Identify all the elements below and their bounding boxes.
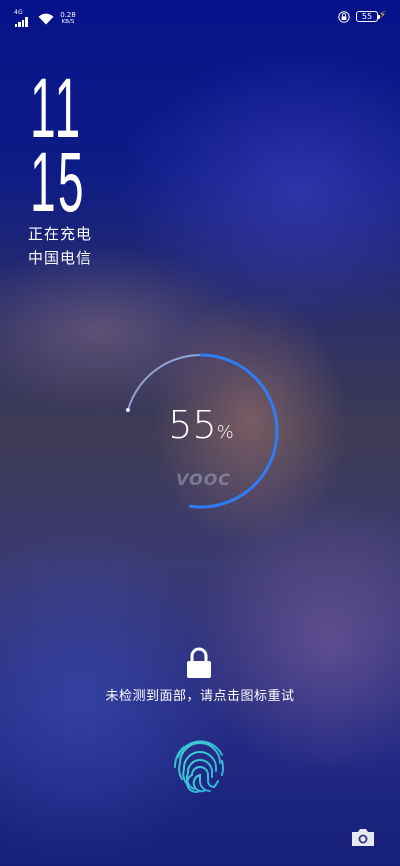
lockscreen-info: 正在充电 中国电信	[28, 222, 92, 270]
charging-percent-value: 55	[168, 403, 217, 447]
network-speed-unit: KB/S	[61, 19, 75, 25]
charging-bolt-icon: ⚡	[378, 10, 386, 21]
wifi-icon	[38, 13, 54, 25]
clock-minute: 15	[30, 135, 86, 229]
rotation-lock-icon	[338, 11, 350, 23]
network-type-label: 4G	[14, 9, 23, 16]
battery-level: 55	[361, 12, 373, 21]
carrier-name: 中国电信	[28, 249, 93, 267]
vooc-logo: VOOC	[176, 470, 232, 489]
status-bar: 4G 0.28 KB/S 55 ⚡	[0, 0, 400, 34]
battery-icon: 55	[356, 11, 380, 22]
network-speed: 0.28 KB/S	[56, 11, 80, 26]
face-unlock-message: 未检测到面部，请点击图标重试	[105, 689, 295, 704]
charging-status-text: 正在充电	[28, 225, 93, 243]
charging-percent-symbol: %	[216, 422, 234, 443]
fingerprint-icon[interactable]	[170, 735, 230, 795]
signal-icon	[15, 17, 29, 27]
network-speed-value: 0.28	[60, 11, 76, 19]
clock-hour: 11	[30, 61, 83, 155]
camera-icon[interactable]	[350, 826, 376, 848]
padlock-icon[interactable]	[184, 646, 214, 680]
charging-percent: 55%	[120, 405, 282, 453]
lockscreen-clock: 11 15	[30, 61, 131, 229]
